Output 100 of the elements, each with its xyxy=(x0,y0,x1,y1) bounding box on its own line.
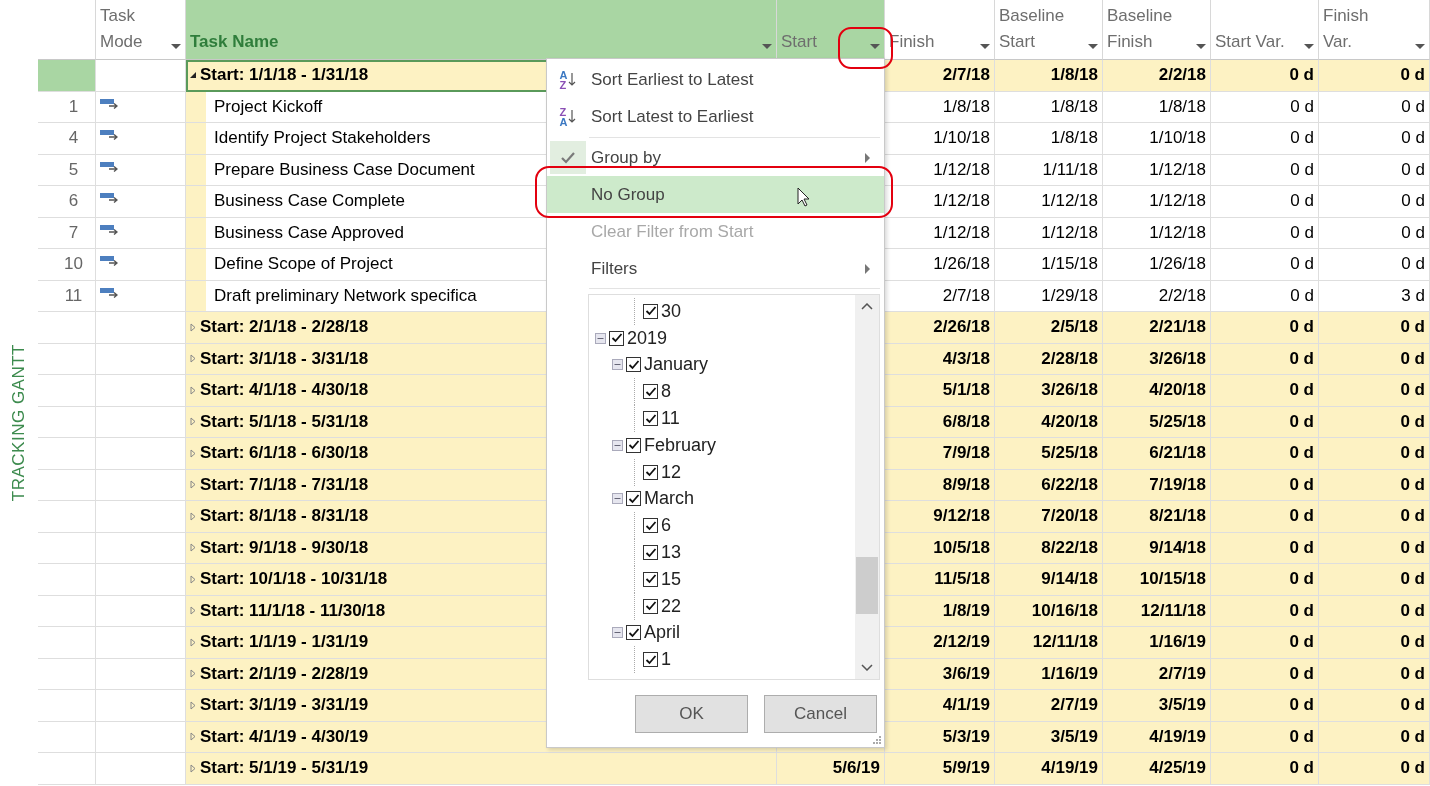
auto-schedule-icon xyxy=(100,223,118,235)
variance-cell: 0 d xyxy=(1319,753,1430,785)
variance-cell: 0 d xyxy=(1211,343,1319,375)
variance-cell: 0 d xyxy=(1211,186,1319,218)
date-cell: 10/16/18 xyxy=(995,595,1103,627)
collapse-icon[interactable] xyxy=(595,332,606,344)
task-name: Define Scope of Project xyxy=(214,254,393,275)
collapse-icon[interactable] xyxy=(612,359,623,371)
dropdown-arrow-icon[interactable] xyxy=(980,44,990,49)
column-header[interactable]: Start xyxy=(777,0,885,60)
dropdown-arrow-icon[interactable] xyxy=(870,44,880,49)
menu-item[interactable]: A Z Sort Earliest to Latest xyxy=(547,61,884,98)
variance-cell: 0 d xyxy=(1319,123,1430,155)
indent-bar xyxy=(186,186,206,217)
dropdown-arrow-icon[interactable] xyxy=(1088,44,1098,49)
group-heading: Start: 4/1/18 - 4/30/18 xyxy=(200,380,369,401)
dropdown-arrow-icon[interactable] xyxy=(171,44,181,49)
row-id-cell: 4 xyxy=(38,123,96,155)
variance-cell: 0 d xyxy=(1211,501,1319,533)
date-cell: 2/2/18 xyxy=(1103,60,1211,92)
menu-item[interactable]: No Group xyxy=(547,176,884,213)
collapse-icon[interactable] xyxy=(612,493,623,505)
group-heading: Start: 6/1/18 - 6/30/18 xyxy=(200,443,369,464)
variance-cell: 0 d xyxy=(1211,375,1319,407)
date-cell: 6/22/18 xyxy=(995,469,1103,501)
checkbox[interactable] xyxy=(643,571,658,587)
column-header[interactable]: Task Name xyxy=(186,0,777,60)
group-heading: Start: 1/1/18 - 1/31/18 xyxy=(200,65,369,86)
scroll-thumb[interactable] xyxy=(856,557,878,614)
filter-value: 6 xyxy=(661,515,671,537)
checkbox[interactable] xyxy=(643,384,658,400)
checkbox[interactable] xyxy=(643,411,658,427)
date-cell: 12/11/18 xyxy=(995,627,1103,659)
variance-cell: 0 d xyxy=(1319,595,1430,627)
checkbox[interactable] xyxy=(643,303,658,319)
dropdown-arrow-icon[interactable] xyxy=(762,44,772,49)
filter-value: 22 xyxy=(661,595,682,617)
date-cell: 10/15/18 xyxy=(1103,564,1211,596)
triangle-icon[interactable] xyxy=(189,70,197,80)
date-cell: 4/25/19 xyxy=(1103,753,1211,785)
variance-cell: 0 d xyxy=(1319,438,1430,470)
menu-item[interactable]: Z A Sort Latest to Earliest xyxy=(547,98,884,135)
collapse-icon[interactable] xyxy=(612,627,623,639)
variance-cell: 0 d xyxy=(1319,469,1430,501)
date-cell: 1/8/18 xyxy=(995,60,1103,92)
checkbox[interactable] xyxy=(626,437,641,453)
date-cell: 7/20/18 xyxy=(995,501,1103,533)
auto-schedule-icon xyxy=(100,255,118,266)
date-cell: 1/16/19 xyxy=(1103,627,1211,659)
variance-cell: 0 d xyxy=(1319,721,1430,753)
collapse-icon[interactable] xyxy=(612,439,623,451)
group-heading: Start: 2/1/19 - 2/28/19 xyxy=(200,663,369,684)
date-cell: 1/11/18 xyxy=(995,154,1103,186)
checkbox[interactable] xyxy=(643,464,658,480)
date-cell: 3/5/19 xyxy=(1103,690,1211,722)
filter-value: 2019 xyxy=(627,327,668,349)
checkbox[interactable] xyxy=(643,518,658,534)
group-heading: Start: 3/1/19 - 3/31/19 xyxy=(200,695,369,716)
date-cell: 2/7/19 xyxy=(995,690,1103,722)
resize-grip-icon[interactable] xyxy=(873,736,881,744)
checkbox[interactable] xyxy=(626,357,641,373)
checkbox[interactable] xyxy=(643,545,658,561)
dropdown-arrow-icon[interactable] xyxy=(1304,44,1314,49)
group-heading: Start: 10/1/18 - 10/31/18 xyxy=(200,569,388,590)
row-id-cell: 1 xyxy=(38,91,96,123)
checkbox[interactable] xyxy=(643,652,658,668)
checkbox[interactable] xyxy=(643,598,658,614)
variance-cell: 0 d xyxy=(1211,60,1319,92)
date-cell: 1/12/18 xyxy=(995,186,1103,218)
scrollbar[interactable] xyxy=(855,295,879,679)
variance-cell: 0 d xyxy=(1211,406,1319,438)
date-cell: 5/3/19 xyxy=(885,721,995,753)
date-cell: 5/25/18 xyxy=(1103,406,1211,438)
date-cell: 3/5/19 xyxy=(995,721,1103,753)
scroll-down-icon[interactable] xyxy=(861,664,873,671)
menu-item[interactable]: Filters xyxy=(547,250,884,287)
checkbox[interactable] xyxy=(609,330,624,346)
date-cell: 2/7/19 xyxy=(1103,658,1211,690)
checkbox[interactable] xyxy=(626,625,641,641)
variance-cell: 0 d xyxy=(1211,627,1319,659)
scroll-up-icon[interactable] xyxy=(861,303,873,310)
variance-cell: 0 d xyxy=(1319,186,1430,218)
dropdown-arrow-icon[interactable] xyxy=(1196,44,1206,49)
mouse-pointer-icon xyxy=(797,187,812,208)
row-id-cell: 7 xyxy=(38,217,96,249)
ok-button[interactable]: OK xyxy=(635,695,748,733)
filter-value: April xyxy=(644,622,680,644)
variance-cell: 0 d xyxy=(1319,312,1430,344)
date-cell: 8/22/18 xyxy=(995,532,1103,564)
date-cell: 7/9/18 xyxy=(885,438,995,470)
cancel-button[interactable]: Cancel xyxy=(764,695,877,733)
group-heading: Start: 1/1/19 - 1/31/19 xyxy=(200,632,369,653)
variance-cell: 0 d xyxy=(1319,406,1430,438)
date-cell: 1/8/18 xyxy=(1103,91,1211,123)
variance-cell: 0 d xyxy=(1319,501,1430,533)
indent-bar xyxy=(186,123,206,154)
menu-item[interactable]: Group by xyxy=(547,139,884,176)
dropdown-arrow-icon[interactable] xyxy=(1415,44,1425,49)
date-cell: 6/8/18 xyxy=(885,406,995,438)
checkbox[interactable] xyxy=(626,491,641,507)
